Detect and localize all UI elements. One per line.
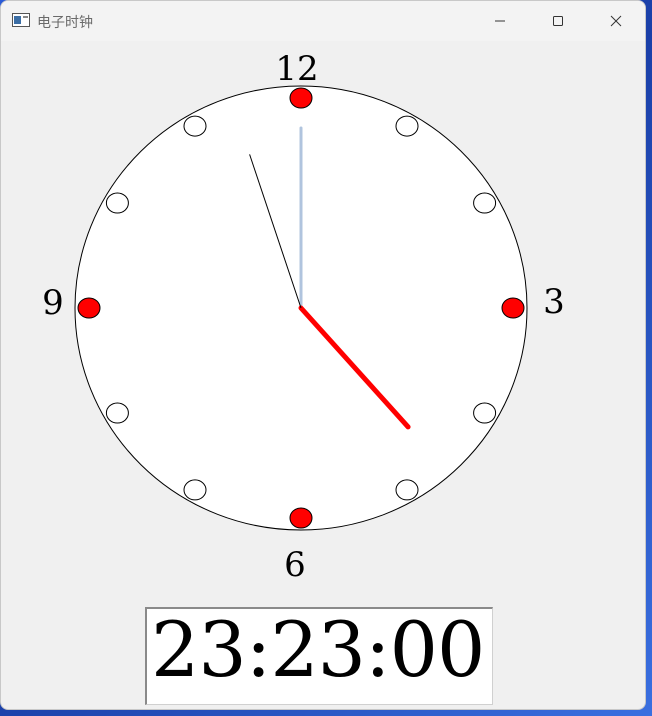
minimize-icon <box>495 20 505 22</box>
digital-time-text: 23:23:00 <box>151 605 485 694</box>
hour-marker <box>183 479 207 501</box>
major-hour-marker <box>289 507 313 529</box>
analog-clock: 12 3 6 9 <box>42 49 565 585</box>
hour-marker <box>395 479 419 501</box>
close-button[interactable] <box>587 1 645 41</box>
hour-marker <box>105 192 129 214</box>
major-hour-marker <box>501 297 525 319</box>
label-nine: 9 <box>42 283 64 323</box>
hour-marker <box>473 192 497 214</box>
hour-marker <box>473 402 497 424</box>
label-twelve: 12 <box>275 49 318 89</box>
label-three: 3 <box>543 282 565 322</box>
window-app-icon <box>12 13 30 27</box>
window-title: 电子时钟 <box>37 15 93 31</box>
major-hour-marker <box>289 87 313 109</box>
hour-marker <box>183 115 207 137</box>
major-hour-marker <box>77 297 101 319</box>
maximize-button[interactable] <box>529 1 587 41</box>
digital-time-display: 23:23:00 <box>145 605 493 705</box>
close-icon <box>610 15 622 27</box>
minimize-button[interactable] <box>471 1 529 41</box>
app-window: 电子时钟 12 3 6 9 23:23:00 <box>0 0 646 710</box>
hour-marker <box>395 115 419 137</box>
label-six: 6 <box>284 545 306 585</box>
hour-marker <box>105 402 129 424</box>
maximize-icon <box>553 16 563 26</box>
title-bar[interactable]: 电子时钟 <box>1 1 645 41</box>
